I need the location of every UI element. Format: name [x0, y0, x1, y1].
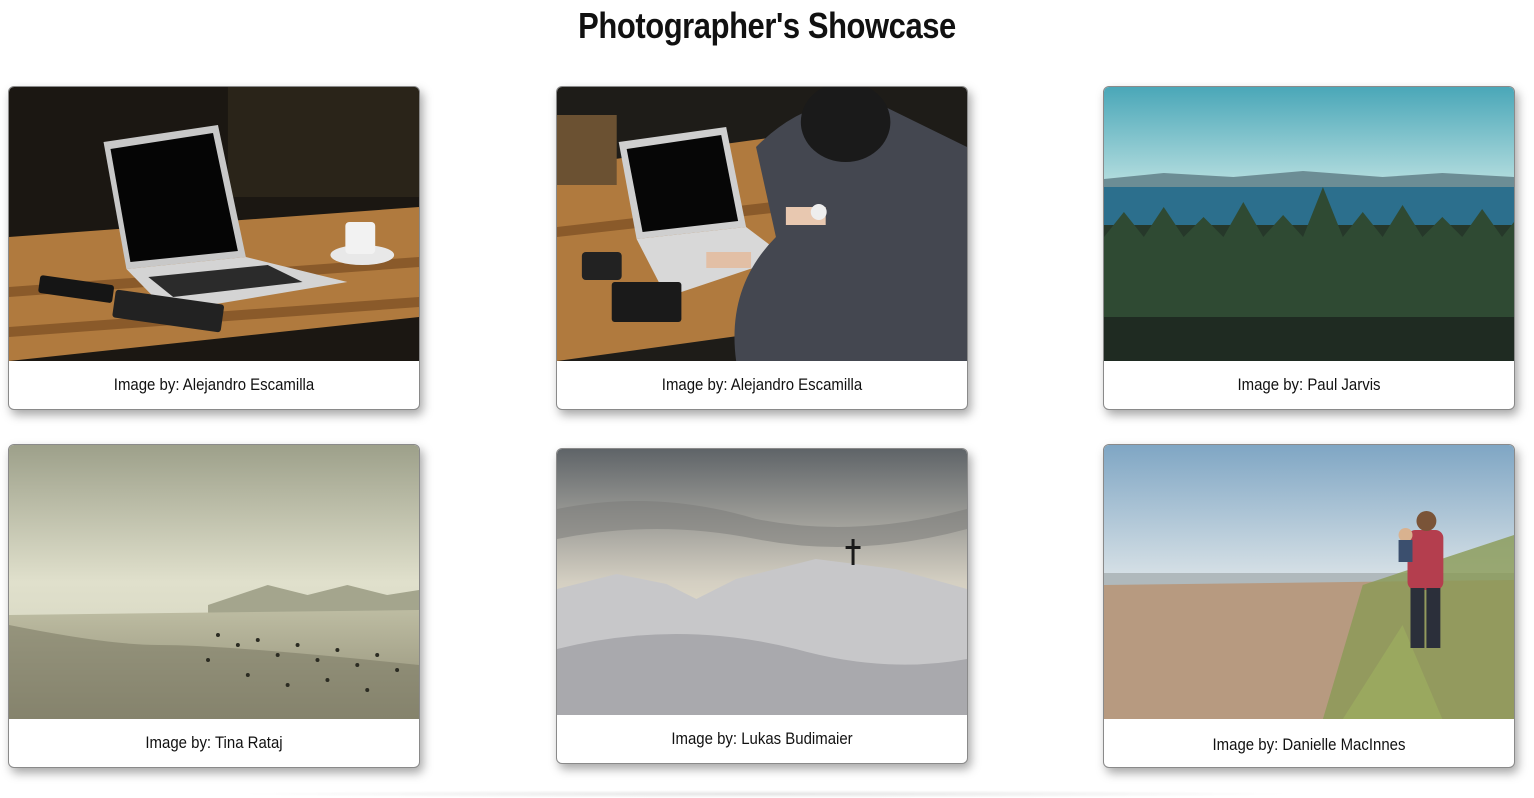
gallery-card[interactable]: Image by: Alejandro Escamilla	[8, 86, 420, 410]
gallery-card[interactable]: Image by: Alejandro Escamilla	[556, 86, 968, 410]
photo-credit: Image by: Alejandro Escamilla	[113, 375, 315, 394]
photo-snowy-hill-cross[interactable]	[557, 449, 967, 715]
photo-laptop-on-table[interactable]	[9, 87, 419, 361]
gallery-card[interactable]: Image by: Lukas Budimaier	[556, 448, 968, 764]
photo-credit: Image by: Lukas Budimaier	[671, 729, 853, 748]
bottom-shadow	[230, 790, 1300, 798]
page-title: Photographer's Showcase	[578, 5, 956, 46]
photo-credit: Image by: Paul Jarvis	[1237, 375, 1381, 394]
gallery-card[interactable]: Image by: Paul Jarvis	[1103, 86, 1515, 410]
gallery-card[interactable]: Image by: Danielle MacInnes	[1103, 444, 1515, 768]
photo-credit: Image by: Tina Rataj	[145, 733, 283, 752]
photo-beach-crowd[interactable]	[9, 445, 419, 719]
gallery-card[interactable]: Image by: Tina Rataj	[8, 444, 420, 768]
photo-credit: Image by: Danielle MacInnes	[1212, 735, 1406, 754]
photo-man-carrying-child-beach[interactable]	[1104, 445, 1514, 719]
photo-person-typing-laptop[interactable]	[557, 87, 967, 361]
photo-forest-and-sea[interactable]	[1104, 87, 1514, 361]
photo-credit: Image by: Alejandro Escamilla	[661, 375, 863, 394]
